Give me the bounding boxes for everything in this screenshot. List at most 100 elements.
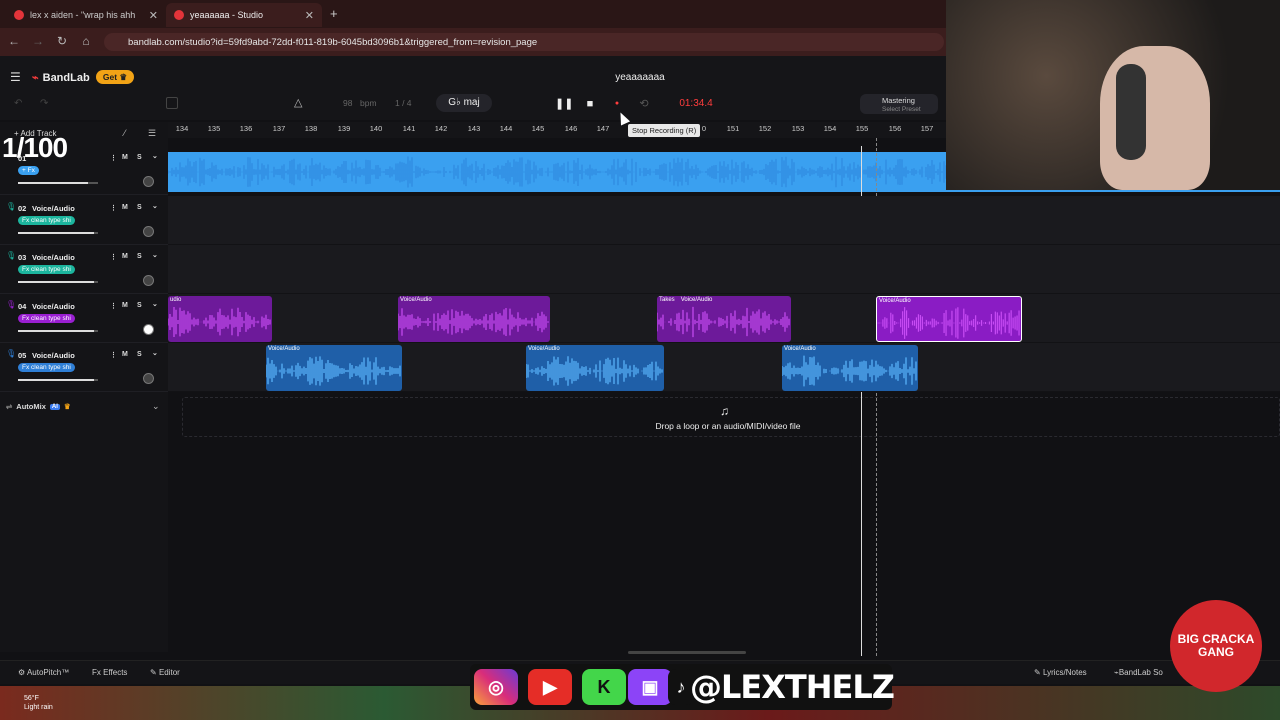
audio-clip[interactable]: Voice/Audio [526, 345, 664, 391]
pause-icon[interactable]: ❚❚ [555, 96, 573, 112]
solo-button[interactable]: S [137, 302, 142, 309]
horizontal-scrollbar[interactable] [628, 651, 746, 654]
track-fx-chip[interactable]: + Fx [18, 166, 39, 175]
mute-button[interactable]: M [122, 302, 128, 309]
track-lane-02[interactable] [168, 196, 1280, 245]
browser-tab-1[interactable]: lex x aiden - "wrap his ahh ✕ [6, 3, 166, 27]
autopitch-button[interactable]: ⚙ AutoPitch™ [18, 668, 69, 677]
time-signature[interactable]: 1 / 4 [395, 98, 412, 108]
tempo-value[interactable]: 98 [343, 98, 352, 108]
stop-icon[interactable]: ■ [582, 96, 598, 112]
mute-button[interactable]: M [122, 204, 128, 211]
chevron-down-icon[interactable]: ⌄ [152, 349, 158, 357]
undo-icon[interactable]: ↶ [14, 98, 22, 109]
lyrics-notes-button[interactable]: ✎ Lyrics/Notes [1034, 668, 1087, 677]
automix-row[interactable]: ⇌ AutoMix AI ♛ [6, 402, 71, 411]
close-tab-icon[interactable]: ✕ [149, 9, 158, 22]
track-name[interactable]: Voice/Audio [32, 204, 75, 213]
track-fx-chip[interactable]: Fx clean type shi [18, 265, 75, 274]
audio-clip[interactable]: udio [168, 296, 272, 342]
mastering-sub: Select Preset [882, 106, 921, 113]
new-tab-button[interactable]: + [330, 6, 338, 21]
mic-icon: 🎙 [6, 349, 17, 358]
autopitch-icon: ⚙ [18, 668, 27, 677]
mastering-button[interactable]: Mastering Select Preset [860, 94, 938, 114]
key-selector[interactable]: G♭ maj [436, 94, 492, 112]
pan-knob[interactable] [143, 373, 154, 384]
editor-button[interactable]: ✎ Editor [150, 668, 180, 677]
track-lane-03[interactable] [168, 245, 1280, 294]
chevron-down-icon[interactable]: ⌄ [152, 300, 158, 308]
ruler-tick: 154 [823, 124, 837, 133]
track-name[interactable]: Voice/Audio [32, 302, 75, 311]
back-icon[interactable]: ← [6, 34, 22, 48]
home-icon[interactable]: ⌂ [78, 34, 94, 48]
clip-name: Voice/Audio [784, 346, 816, 352]
mute-button[interactable]: M [122, 351, 128, 358]
clip-label: Voice/Audio [400, 297, 432, 303]
panel-toggle-icon[interactable] [166, 97, 178, 109]
more-options-icon[interactable]: ⋮ [110, 154, 117, 162]
temperature: 56°F [24, 695, 39, 702]
automix-icon: ⇌ [6, 402, 13, 411]
clip-waveform [782, 355, 917, 387]
pan-knob[interactable] [143, 324, 154, 335]
audio-clip[interactable]: Voice/Audio [398, 296, 550, 342]
ruler-tick: 136 [239, 124, 253, 133]
clip-waveform [266, 356, 401, 386]
menu-icon[interactable]: ☰ [10, 70, 21, 84]
chevron-down-icon[interactable]: ⌄ [152, 251, 158, 259]
record-icon[interactable]: ● [609, 96, 625, 112]
solo-button[interactable]: S [137, 154, 142, 161]
chevron-down-icon[interactable]: ⌄ [152, 401, 160, 412]
audio-clip[interactable]: Voice/Audio [876, 296, 1022, 342]
ruler-tick: 140 [369, 124, 383, 133]
clip-label: Voice/Audio [528, 346, 560, 352]
pan-knob[interactable] [143, 176, 154, 187]
track-fx-chip[interactable]: Fx clean type shi [18, 314, 75, 323]
reload-icon[interactable]: ↻ [54, 34, 70, 48]
forward-icon[interactable]: → [30, 34, 46, 48]
ruler-tick: 153 [791, 124, 805, 133]
track-name[interactable]: Voice/Audio [32, 351, 75, 360]
browser-tab-2[interactable]: yeaaaaaa - Studio ✕ [166, 3, 322, 27]
url-input[interactable]: bandlab.com/studio?id=59fd9abd-72dd-f011… [104, 33, 944, 51]
mute-button[interactable]: M [122, 154, 128, 161]
effects-button[interactable]: Fx Effects [92, 668, 127, 677]
clip-name: Voice/Audio [680, 297, 713, 303]
mute-button[interactable]: M [122, 253, 128, 260]
track-number: 01 [18, 154, 27, 163]
track-fx-chip[interactable]: Fx clean type shi [18, 363, 75, 372]
song-title[interactable]: yeaaaaaaa [560, 72, 720, 83]
bandlab-sounds-button[interactable]: ⌁BandLab So [1114, 668, 1163, 677]
more-options-icon[interactable]: ⋮ [110, 253, 117, 261]
wand-icon[interactable]: ⁄ [124, 128, 126, 138]
solo-button[interactable]: S [137, 204, 142, 211]
chevron-down-icon[interactable]: ⌄ [152, 202, 158, 210]
track-settings-icon[interactable]: ☰ [148, 128, 156, 139]
takes-badge[interactable]: Takes [659, 297, 675, 303]
more-options-icon[interactable]: ⋮ [110, 302, 117, 310]
redo-icon[interactable]: ↷ [40, 98, 48, 109]
solo-button[interactable]: S [137, 253, 142, 260]
get-membership-button[interactable]: Get ♛ [96, 70, 134, 84]
audio-clip[interactable]: Voice/Audio [782, 345, 918, 391]
close-tab-icon[interactable]: ✕ [305, 9, 314, 22]
audio-clip[interactable]: Takes Voice/Audio [657, 296, 791, 342]
waveform-path [782, 355, 917, 387]
track-name[interactable]: Voice/Audio [32, 253, 75, 262]
loop-icon[interactable]: ⟲ [636, 96, 652, 112]
pan-knob[interactable] [143, 226, 154, 237]
more-options-icon[interactable]: ⋮ [110, 351, 117, 359]
chevron-down-icon[interactable]: ⌄ [152, 152, 158, 160]
audio-clip[interactable]: Voice/Audio [266, 345, 402, 391]
weather-widget[interactable]: 56°F Light rain [24, 694, 53, 712]
bandlab-favicon-icon [174, 10, 184, 20]
metronome-icon[interactable]: △ [294, 96, 302, 109]
pan-knob[interactable] [143, 275, 154, 286]
track-fx-chip[interactable]: Fx clean type shi [18, 216, 75, 225]
solo-button[interactable]: S [137, 351, 142, 358]
bandlab-logo[interactable]: ⌁ BandLab [32, 71, 90, 85]
more-options-icon[interactable]: ⋮ [110, 204, 117, 212]
drop-zone[interactable] [182, 397, 1280, 437]
